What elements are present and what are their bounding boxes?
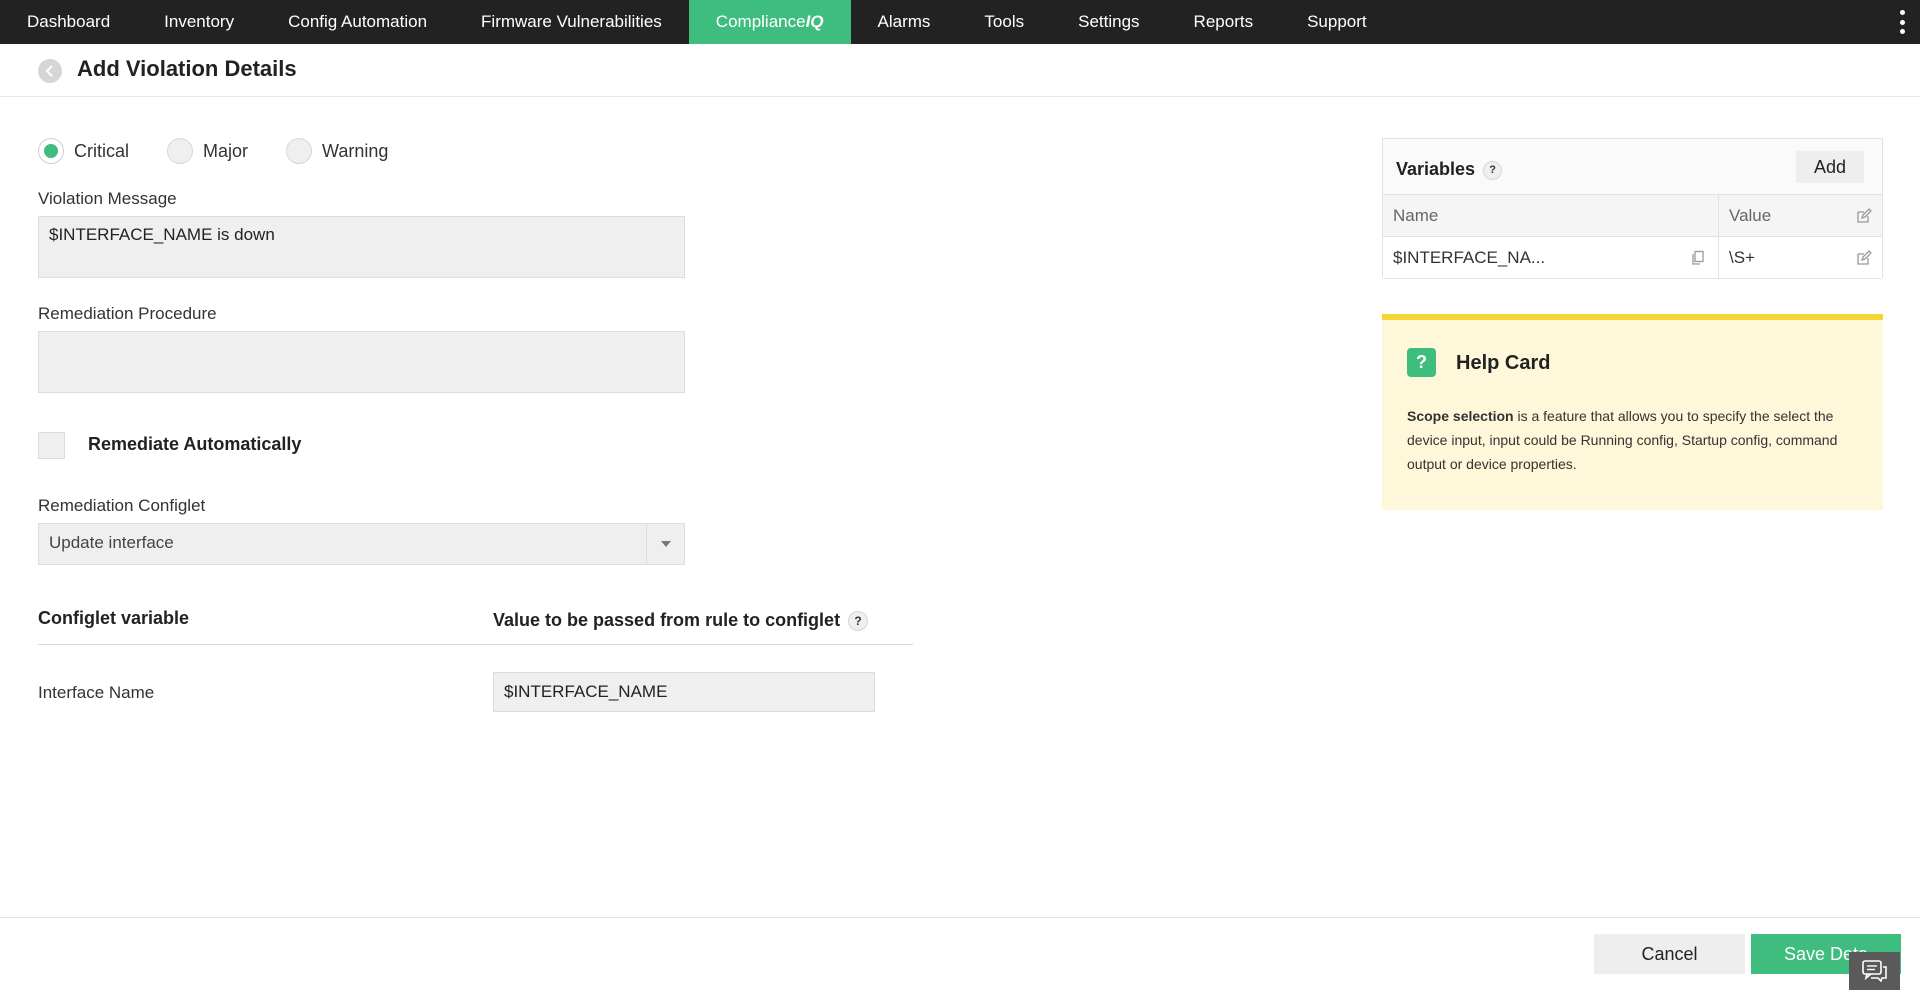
variables-col-value: Value: [1719, 195, 1882, 236]
variable-value-cell: \S+: [1719, 237, 1882, 278]
radio-warning[interactable]: Warning: [286, 138, 388, 164]
footer-bar: Cancel Save Deta: [0, 917, 1920, 990]
remediation-procedure-textarea[interactable]: [38, 331, 685, 393]
variables-panel: Variables? Add Name Value $INTERFACE_NA.…: [1382, 138, 1883, 279]
help-card: ? Help Card Scope selection is a feature…: [1382, 314, 1883, 510]
radio-unchecked-icon[interactable]: [167, 138, 194, 164]
remediation-configlet-value: Update interface: [49, 533, 174, 552]
variables-header-row: Name Value: [1383, 195, 1882, 237]
configlet-divider: [38, 644, 913, 645]
configlet-variable-header: Configlet variable: [38, 608, 190, 628]
violation-message-label: Violation Message: [38, 189, 177, 208]
remediate-automatically-checkbox[interactable]: [38, 432, 65, 459]
nav-firmware-vulnerabilities[interactable]: Firmware Vulnerabilities: [454, 0, 689, 44]
remediation-procedure-label: Remediation Procedure: [38, 304, 217, 323]
radio-critical[interactable]: Critical: [38, 138, 129, 164]
variables-title-label: Variables: [1396, 159, 1476, 179]
nav-tools[interactable]: Tools: [957, 0, 1051, 44]
severity-radio-group: Critical Major Warning: [38, 138, 426, 164]
back-arrow-icon[interactable]: [38, 59, 62, 83]
remediation-configlet-label: Remediation Configlet: [38, 496, 206, 515]
help-question-icon[interactable]: ?: [1483, 160, 1503, 180]
variables-table: Name Value $INTERFACE_NA... \S+: [1383, 194, 1882, 279]
nav-inventory[interactable]: Inventory: [137, 0, 261, 44]
help-question-icon: ?: [1407, 348, 1436, 377]
help-question-icon[interactable]: ?: [848, 611, 869, 632]
radio-checked-icon[interactable]: [38, 138, 64, 164]
radio-major[interactable]: Major: [167, 138, 248, 164]
variable-name: $INTERFACE_NA...: [1393, 247, 1546, 267]
radio-unchecked-icon[interactable]: [286, 138, 313, 164]
nav-settings[interactable]: Settings: [1051, 0, 1166, 44]
configlet-value-header-label: Value to be passed from rule to configle…: [493, 610, 841, 630]
top-nav: Dashboard Inventory Config Automation Fi…: [0, 0, 1920, 44]
page-header: Add Violation Details: [0, 44, 1920, 97]
configlet-row-value-input[interactable]: $INTERFACE_NAME: [493, 672, 875, 712]
nav-reports[interactable]: Reports: [1167, 0, 1281, 44]
cancel-button[interactable]: Cancel: [1594, 934, 1745, 974]
nav-compliance-iq[interactable]: Compliance IQ: [688, 0, 851, 44]
add-variable-button[interactable]: Add: [1796, 151, 1864, 183]
edit-icon[interactable]: [1856, 208, 1872, 224]
variables-col-value-label: Value: [1729, 205, 1772, 225]
violation-message-textarea[interactable]: $INTERFACE_NAME is down: [38, 216, 685, 278]
nav-dashboard[interactable]: Dashboard: [0, 0, 137, 44]
nav-compliance-label: Compliance: [715, 12, 806, 31]
help-card-title: Help Card: [1456, 352, 1551, 374]
copy-icon[interactable]: [1690, 250, 1706, 266]
nav-alarms[interactable]: Alarms: [851, 0, 958, 44]
radio-critical-label: Critical: [74, 140, 130, 161]
radio-major-label: Major: [203, 140, 249, 161]
variable-name-cell: $INTERFACE_NA...: [1383, 237, 1719, 278]
help-card-text: Scope selection is a feature that allows…: [1407, 404, 1867, 476]
page-title: Add Violation Details: [77, 56, 297, 81]
chat-icon[interactable]: [1849, 952, 1900, 990]
variables-col-name: Name: [1383, 195, 1719, 236]
nav-config-automation[interactable]: Config Automation: [261, 0, 454, 44]
nav-compliance-iq-suffix: IQ: [805, 12, 824, 31]
remediation-configlet-select[interactable]: Update interface: [38, 523, 685, 565]
variable-value: \S+: [1729, 247, 1755, 267]
nav-support[interactable]: Support: [1280, 0, 1394, 44]
chevron-down-icon[interactable]: [646, 524, 684, 564]
remediate-automatically-label: Remediate Automatically: [88, 434, 302, 454]
more-vertical-icon[interactable]: [1898, 10, 1906, 34]
table-row: $INTERFACE_NA... \S+: [1383, 237, 1882, 279]
variables-title: Variables?: [1396, 159, 1503, 180]
radio-warning-label: Warning: [322, 140, 389, 161]
configlet-value-header: Value to be passed from rule to configle…: [493, 610, 869, 632]
edit-icon[interactable]: [1856, 250, 1872, 266]
configlet-row-name: Interface Name: [38, 683, 155, 702]
help-card-bold: Scope selection: [1407, 408, 1514, 424]
